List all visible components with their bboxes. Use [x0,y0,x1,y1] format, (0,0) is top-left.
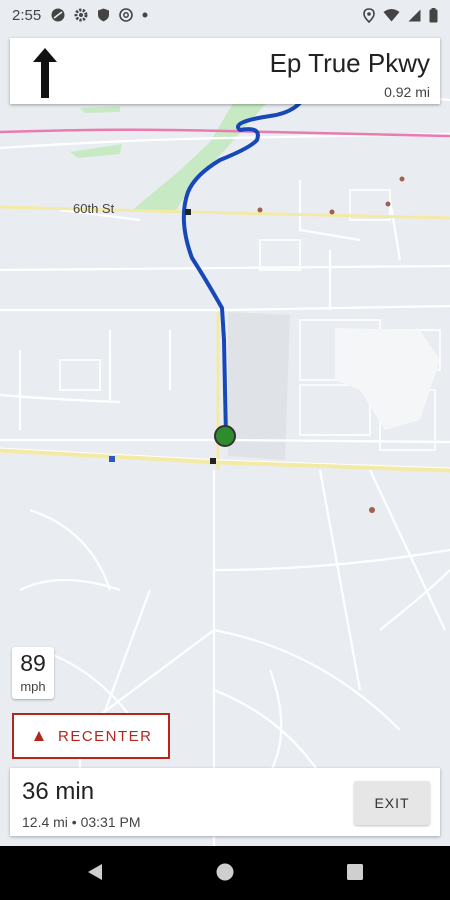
location-icon [363,7,375,23]
leaf-icon [51,8,65,22]
shield-icon [98,8,110,22]
map-poi-dot [369,507,375,513]
system-navigation-bar [0,846,450,900]
turn-distance: 0.92 mi [384,84,430,100]
map-street-label: 60th St [73,201,115,216]
trip-duration: 36 min [22,778,95,805]
speed-indicator: 89 mph [12,647,54,699]
status-time: 2:55 [12,6,42,24]
cell-signal-icon [408,9,421,21]
street-name: Ep True Pkwy [269,48,430,78]
trip-summary-card: 36 min 12.4 mi • 03:31 PM EXIT [10,768,440,836]
straight-arrow-icon [33,48,57,98]
home-icon[interactable] [216,863,234,881]
trip-details: 12.4 mi • 03:31 PM [22,814,141,830]
current-location-marker [214,425,236,447]
speed-unit: mph [20,679,46,694]
battery-icon [429,7,438,22]
settings-icon [74,8,88,22]
status-bar: 2:55 [0,0,450,30]
map-poi-dot [329,209,335,215]
parking-lot [228,312,290,460]
dot-icon [142,12,148,18]
recenter-label: RECENTER [58,727,153,745]
wifi-icon [383,8,400,21]
exit-button[interactable]: EXIT [354,781,430,825]
map-poi-marker [185,209,191,215]
navigation-arrow-icon [34,731,44,741]
recenter-button[interactable]: RECENTER [12,713,170,759]
map-poi-dot [257,207,263,213]
map-poi-dot [399,176,405,182]
back-icon[interactable] [87,863,103,881]
map-poi-marker [210,458,216,464]
speed-value: 89 [20,650,46,676]
at-sign-icon [119,8,134,22]
recents-icon[interactable] [346,863,364,881]
map-poi-marker-blue [109,456,115,462]
turn-instruction-card[interactable]: Ep True Pkwy 0.92 mi [10,38,440,104]
map-poi-dot [385,201,391,207]
